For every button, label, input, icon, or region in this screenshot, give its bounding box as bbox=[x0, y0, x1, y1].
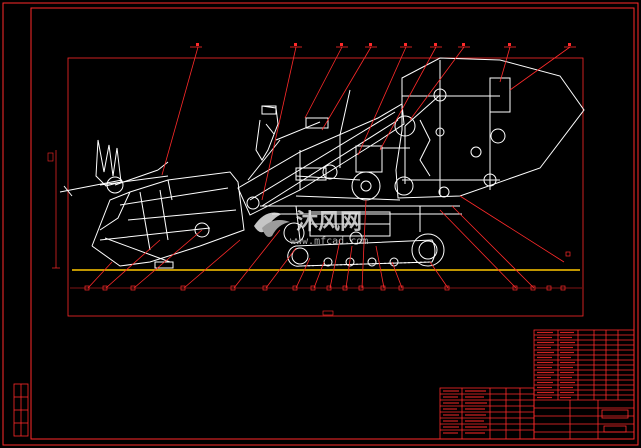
left-margin-strip bbox=[13, 383, 29, 437]
header-reel bbox=[59, 139, 169, 197]
mf-logo-icon bbox=[254, 212, 290, 237]
watermark-url: www.mfcad.com bbox=[290, 236, 368, 247]
dim-tick-left bbox=[47, 152, 54, 162]
operator-cab bbox=[247, 105, 329, 181]
top-callout-dots bbox=[196, 43, 571, 46]
cutting-platform bbox=[91, 171, 245, 269]
dim-tick-bottom bbox=[322, 310, 334, 316]
cad-drawing: 沐风网 www.mfcad.com bbox=[2, 2, 639, 446]
title-block bbox=[533, 329, 635, 440]
parts-list bbox=[439, 387, 535, 440]
threshing-body bbox=[380, 57, 585, 199]
watermark-brand: 沐风网 bbox=[296, 210, 362, 235]
